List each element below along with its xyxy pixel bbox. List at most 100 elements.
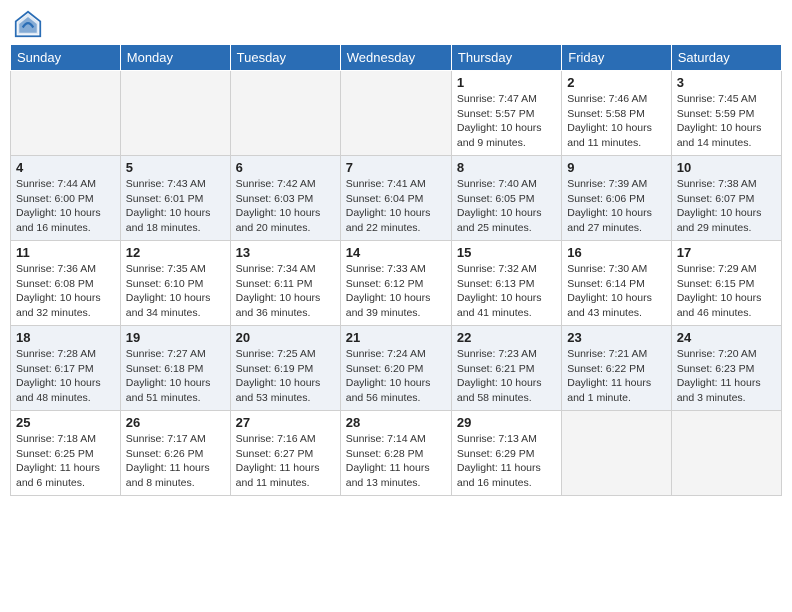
calendar-week-row: 25 Sunrise: 7:18 AM Sunset: 6:25 PM Dayli… [11,411,782,496]
day-info: Sunrise: 7:34 AM Sunset: 6:11 PM Dayligh… [236,262,335,321]
calendar-cell: 23 Sunrise: 7:21 AM Sunset: 6:22 PM Dayli… [562,326,671,411]
calendar-cell: 18 Sunrise: 7:28 AM Sunset: 6:17 PM Dayli… [11,326,121,411]
column-header-thursday: Thursday [451,45,561,71]
calendar-cell: 16 Sunrise: 7:30 AM Sunset: 6:14 PM Dayli… [562,241,671,326]
calendar-week-row: 1Sunrise: 7:47 AM Sunset: 5:57 PM Daylig… [11,71,782,156]
calendar-cell: 15 Sunrise: 7:32 AM Sunset: 6:13 PM Dayli… [451,241,561,326]
day-info: Sunrise: 7:40 AM Sunset: 6:05 PM Dayligh… [457,177,556,236]
calendar-week-row: 4 Sunrise: 7:44 AM Sunset: 6:00 PM Daylig… [11,156,782,241]
day-number: 8 [457,160,556,175]
calendar-cell: 14 Sunrise: 7:33 AM Sunset: 6:12 PM Dayli… [340,241,451,326]
calendar-cell [340,71,451,156]
calendar-cell: 29Sunrise: 7:13 AM Sunset: 6:29 PM Dayli… [451,411,561,496]
day-number: 19 [126,330,225,345]
calendar-cell: 17 Sunrise: 7:29 AM Sunset: 6:15 PM Dayli… [671,241,781,326]
calendar-cell: 20Sunrise: 7:25 AM Sunset: 6:19 PM Dayli… [230,326,340,411]
calendar-cell: 6 Sunrise: 7:42 AM Sunset: 6:03 PM Daylig… [230,156,340,241]
day-info: Sunrise: 7:27 AM Sunset: 6:18 PM Dayligh… [126,347,225,406]
day-number: 17 [677,245,776,260]
logo [14,10,44,38]
day-number: 25 [16,415,115,430]
day-info: Sunrise: 7:45 AM Sunset: 5:59 PM Dayligh… [677,92,776,151]
day-number: 24 [677,330,776,345]
calendar-cell [11,71,121,156]
day-number: 4 [16,160,115,175]
column-header-friday: Friday [562,45,671,71]
day-number: 2 [567,75,665,90]
day-number: 15 [457,245,556,260]
day-info: Sunrise: 7:44 AM Sunset: 6:00 PM Dayligh… [16,177,115,236]
day-number: 23 [567,330,665,345]
logo-icon [14,10,42,38]
day-info: Sunrise: 7:14 AM Sunset: 6:28 PM Dayligh… [346,432,446,491]
day-number: 22 [457,330,556,345]
day-info: Sunrise: 7:13 AM Sunset: 6:29 PM Dayligh… [457,432,556,491]
day-number: 12 [126,245,225,260]
day-number: 5 [126,160,225,175]
day-info: Sunrise: 7:21 AM Sunset: 6:22 PM Dayligh… [567,347,665,406]
day-number: 16 [567,245,665,260]
day-number: 11 [16,245,115,260]
day-number: 3 [677,75,776,90]
day-info: Sunrise: 7:30 AM Sunset: 6:14 PM Dayligh… [567,262,665,321]
day-info: Sunrise: 7:42 AM Sunset: 6:03 PM Dayligh… [236,177,335,236]
calendar-cell: 10 Sunrise: 7:38 AM Sunset: 6:07 PM Dayli… [671,156,781,241]
calendar-cell: 28 Sunrise: 7:14 AM Sunset: 6:28 PM Dayli… [340,411,451,496]
day-info: Sunrise: 7:38 AM Sunset: 6:07 PM Dayligh… [677,177,776,236]
column-header-wednesday: Wednesday [340,45,451,71]
day-number: 14 [346,245,446,260]
day-number: 18 [16,330,115,345]
day-info: Sunrise: 7:43 AM Sunset: 6:01 PM Dayligh… [126,177,225,236]
day-info: Sunrise: 7:24 AM Sunset: 6:20 PM Dayligh… [346,347,446,406]
day-number: 9 [567,160,665,175]
day-number: 13 [236,245,335,260]
calendar-cell: 7 Sunrise: 7:41 AM Sunset: 6:04 PM Daylig… [340,156,451,241]
day-info: Sunrise: 7:32 AM Sunset: 6:13 PM Dayligh… [457,262,556,321]
day-info: Sunrise: 7:23 AM Sunset: 6:21 PM Dayligh… [457,347,556,406]
day-number: 20 [236,330,335,345]
calendar-cell: 13 Sunrise: 7:34 AM Sunset: 6:11 PM Dayli… [230,241,340,326]
day-info: Sunrise: 7:20 AM Sunset: 6:23 PM Dayligh… [677,347,776,406]
calendar-cell: 12 Sunrise: 7:35 AM Sunset: 6:10 PM Dayli… [120,241,230,326]
calendar-cell: 3 Sunrise: 7:45 AM Sunset: 5:59 PM Daylig… [671,71,781,156]
day-number: 1 [457,75,556,90]
calendar-cell [671,411,781,496]
day-info: Sunrise: 7:46 AM Sunset: 5:58 PM Dayligh… [567,92,665,151]
calendar-cell: 24 Sunrise: 7:20 AM Sunset: 6:23 PM Dayli… [671,326,781,411]
day-number: 28 [346,415,446,430]
day-info: Sunrise: 7:35 AM Sunset: 6:10 PM Dayligh… [126,262,225,321]
calendar-cell: 5 Sunrise: 7:43 AM Sunset: 6:01 PM Daylig… [120,156,230,241]
calendar-cell [230,71,340,156]
calendar-cell: 11 Sunrise: 7:36 AM Sunset: 6:08 PM Dayli… [11,241,121,326]
calendar-cell: 21 Sunrise: 7:24 AM Sunset: 6:20 PM Dayli… [340,326,451,411]
day-info: Sunrise: 7:17 AM Sunset: 6:26 PM Dayligh… [126,432,225,491]
calendar-cell [120,71,230,156]
column-header-saturday: Saturday [671,45,781,71]
day-info: Sunrise: 7:36 AM Sunset: 6:08 PM Dayligh… [16,262,115,321]
day-info: Sunrise: 7:41 AM Sunset: 6:04 PM Dayligh… [346,177,446,236]
calendar-cell: 9Sunrise: 7:39 AM Sunset: 6:06 PM Daylig… [562,156,671,241]
day-number: 21 [346,330,446,345]
calendar-cell: 4 Sunrise: 7:44 AM Sunset: 6:00 PM Daylig… [11,156,121,241]
calendar-cell: 26 Sunrise: 7:17 AM Sunset: 6:26 PM Dayli… [120,411,230,496]
day-info: Sunrise: 7:29 AM Sunset: 6:15 PM Dayligh… [677,262,776,321]
calendar-table: SundayMondayTuesdayWednesdayThursdayFrid… [10,44,782,496]
calendar-cell: 25 Sunrise: 7:18 AM Sunset: 6:25 PM Dayli… [11,411,121,496]
day-number: 26 [126,415,225,430]
page-header [10,10,782,38]
calendar-cell [562,411,671,496]
day-number: 10 [677,160,776,175]
calendar-cell: 8 Sunrise: 7:40 AM Sunset: 6:05 PM Daylig… [451,156,561,241]
calendar-cell: 2 Sunrise: 7:46 AM Sunset: 5:58 PM Daylig… [562,71,671,156]
day-info: Sunrise: 7:28 AM Sunset: 6:17 PM Dayligh… [16,347,115,406]
column-header-sunday: Sunday [11,45,121,71]
calendar-cell: 1Sunrise: 7:47 AM Sunset: 5:57 PM Daylig… [451,71,561,156]
day-info: Sunrise: 7:16 AM Sunset: 6:27 PM Dayligh… [236,432,335,491]
calendar-cell: 19 Sunrise: 7:27 AM Sunset: 6:18 PM Dayli… [120,326,230,411]
calendar-cell: 22 Sunrise: 7:23 AM Sunset: 6:21 PM Dayli… [451,326,561,411]
column-header-monday: Monday [120,45,230,71]
day-number: 6 [236,160,335,175]
day-number: 7 [346,160,446,175]
day-info: Sunrise: 7:33 AM Sunset: 6:12 PM Dayligh… [346,262,446,321]
day-info: Sunrise: 7:18 AM Sunset: 6:25 PM Dayligh… [16,432,115,491]
